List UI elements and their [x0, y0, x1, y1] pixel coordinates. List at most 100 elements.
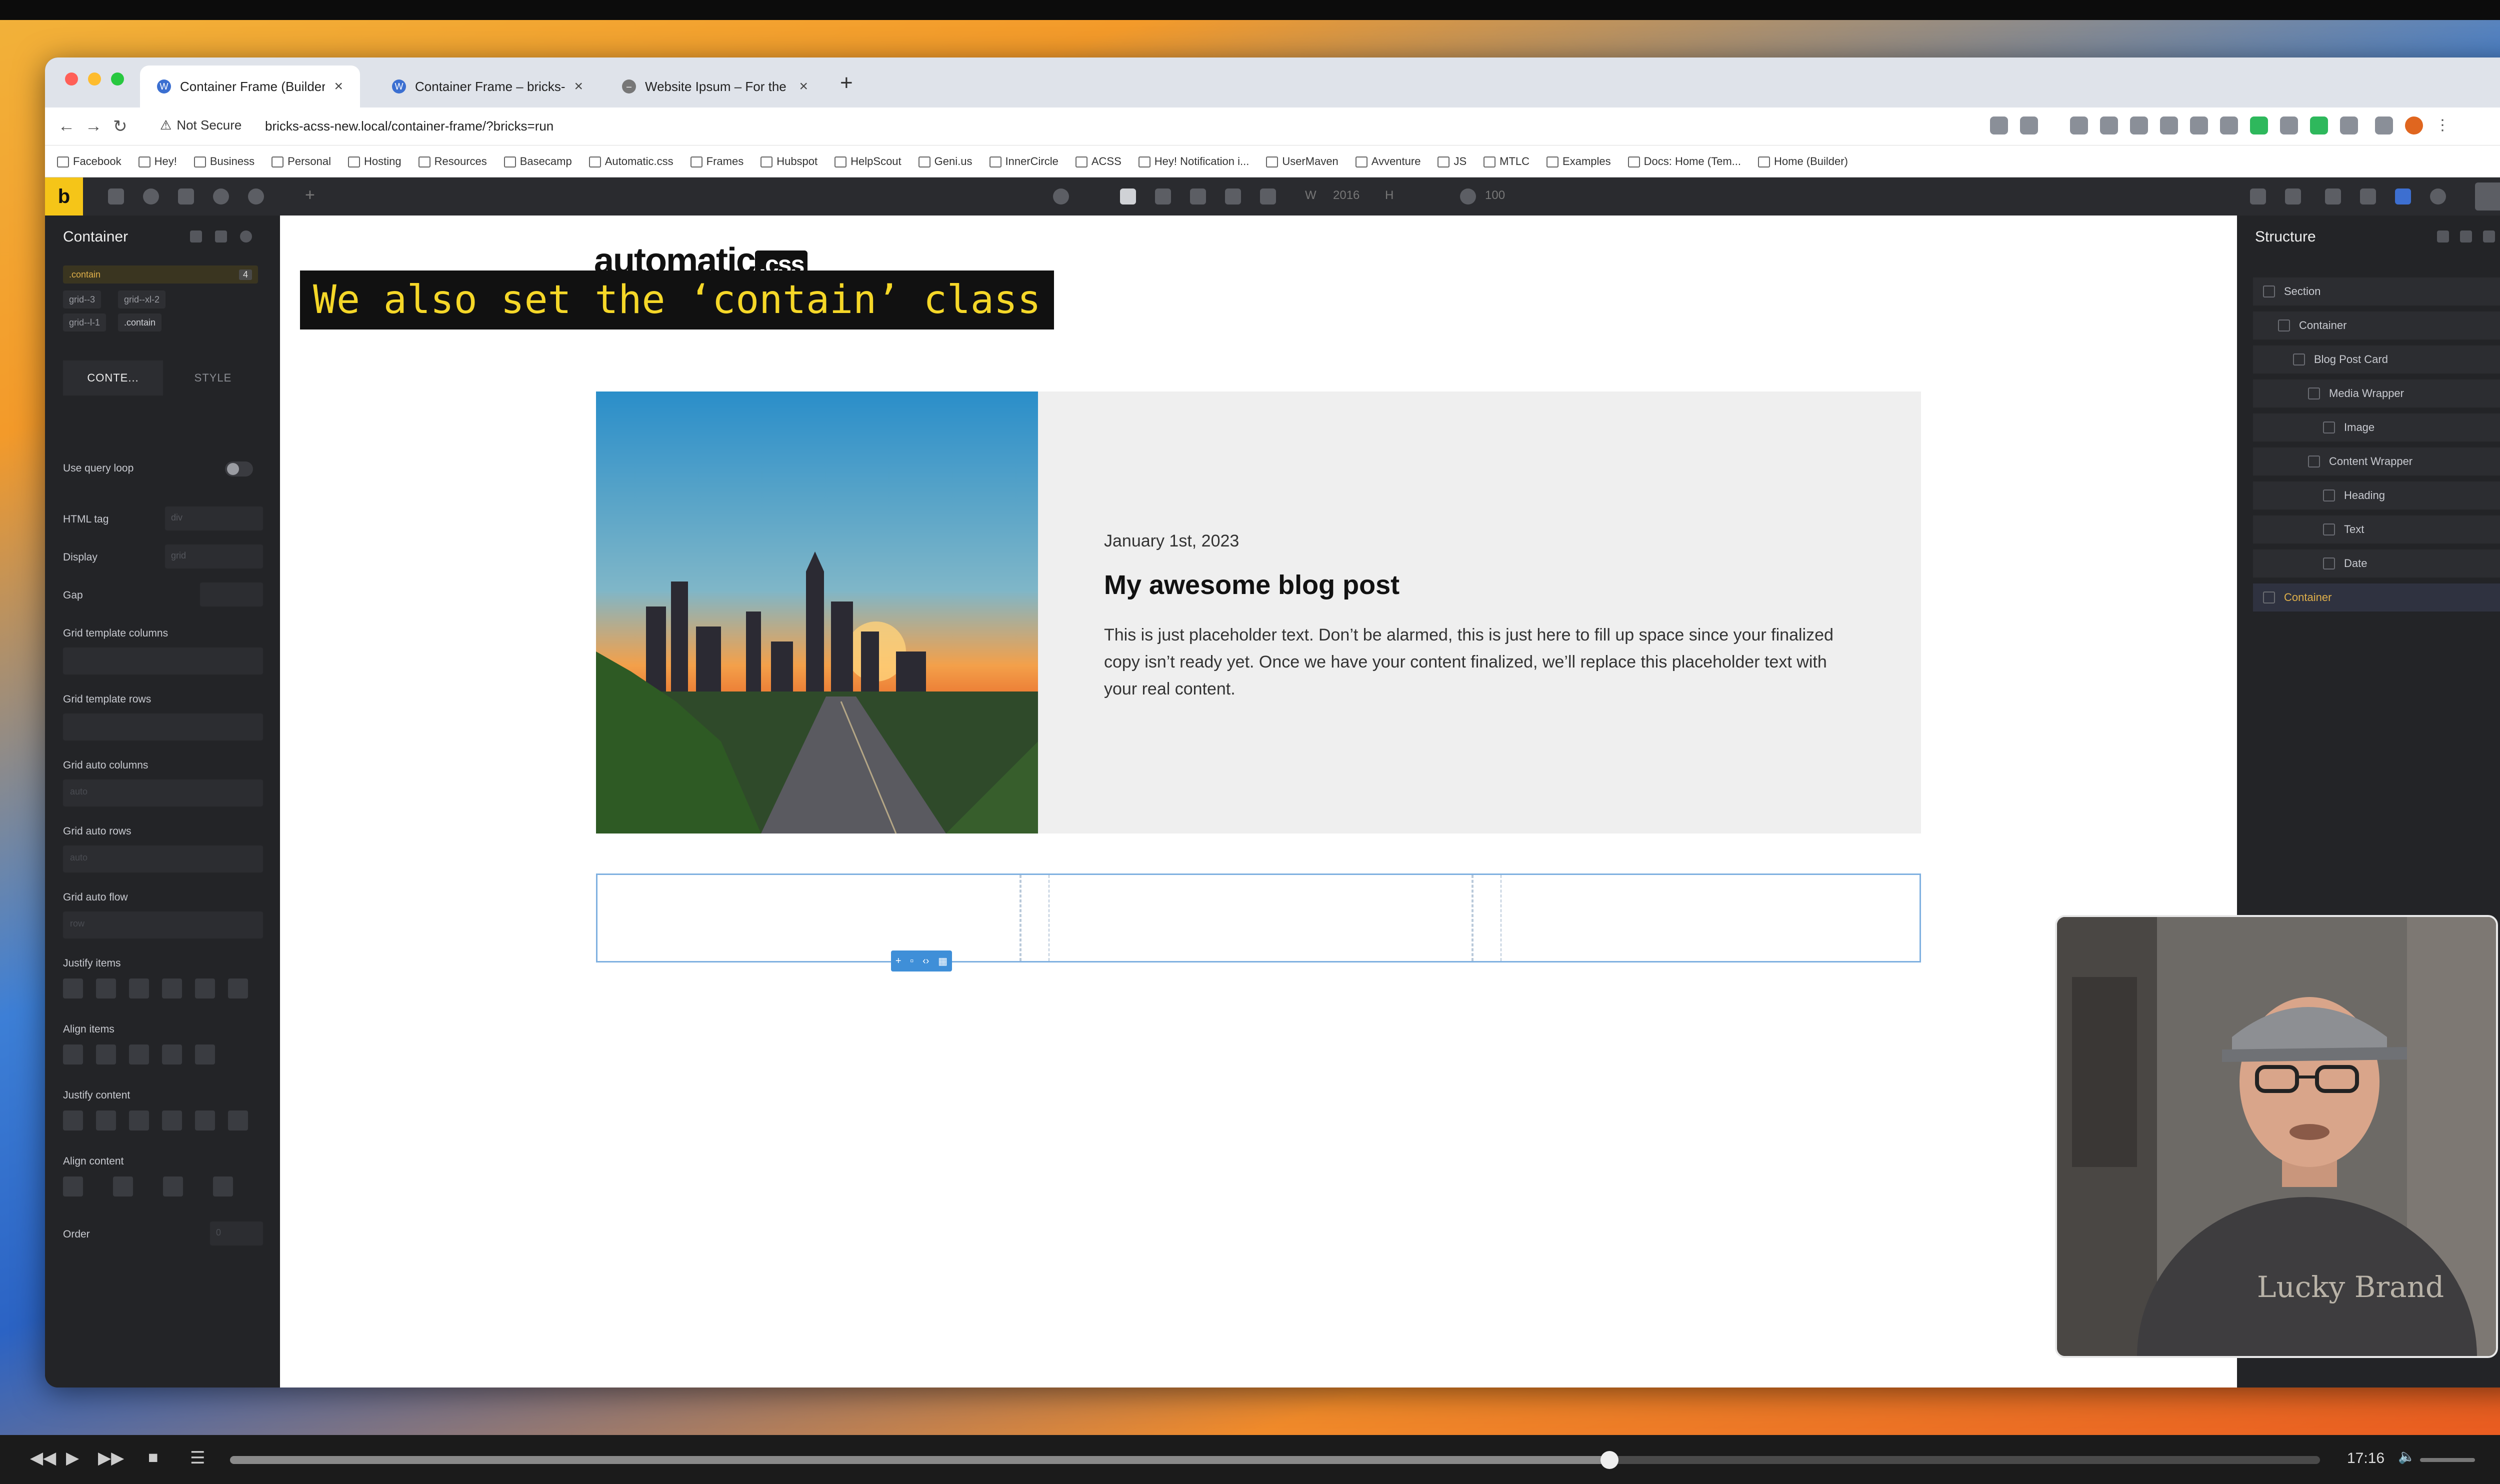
structure-node-heading[interactable]: Heading [2253, 482, 2500, 510]
city-sunset-image[interactable] [596, 392, 1038, 834]
desktop-breakpoint-icon[interactable] [1120, 188, 1136, 204]
grid-template-columns-input[interactable] [63, 648, 263, 674]
grid-icon[interactable]: ▦ [938, 955, 948, 968]
pages-icon[interactable] [178, 188, 194, 204]
bookmark-item[interactable]: MTLC [1484, 155, 1530, 168]
structure-icon[interactable] [2325, 188, 2341, 204]
blog-post-card[interactable]: January 1st, 2023 My awesome blog post T… [596, 392, 1921, 834]
mobile-breakpoint-icon[interactable] [1260, 188, 1276, 204]
puzzle-icon[interactable] [2340, 116, 2358, 134]
bricks-logo[interactable]: b [45, 178, 83, 216]
justify-stretch-icon[interactable] [228, 978, 248, 998]
query-loop-toggle[interactable] [225, 462, 253, 476]
copy-icon[interactable] [190, 230, 202, 242]
selected-container-grid[interactable] [596, 874, 1921, 962]
help-icon[interactable] [143, 188, 159, 204]
bookmark-item[interactable]: Personal [272, 155, 331, 168]
content-evenly-icon[interactable] [228, 1110, 248, 1130]
delete-icon[interactable] [2483, 230, 2495, 242]
bookmark-item[interactable]: Hey! Notification i... [1138, 155, 1249, 168]
class-chip[interactable]: grid--l-1 [63, 314, 106, 332]
structure-node-date[interactable]: Date [2253, 550, 2500, 578]
extension-icon[interactable] [2190, 116, 2208, 134]
structure-node-container-selected[interactable]: Container [2253, 584, 2500, 612]
menu-icon[interactable]: ⋮ [2435, 116, 2453, 134]
redo-icon[interactable] [2285, 188, 2301, 204]
back-icon[interactable]: ← [58, 116, 75, 136]
align-content-stretch-icon[interactable] [213, 1176, 233, 1196]
search-icon[interactable] [240, 230, 252, 242]
code-icon[interactable]: ‹› [922, 956, 929, 967]
class-chip[interactable]: grid--xl-2 [118, 290, 166, 308]
close-window-button[interactable] [65, 72, 78, 86]
bookmark-item[interactable]: HelpScout [834, 155, 902, 168]
class-chip[interactable]: .contain [118, 314, 162, 332]
content-around-icon[interactable] [195, 1110, 215, 1130]
templates-icon[interactable] [2360, 188, 2376, 204]
forward-icon[interactable]: → [85, 116, 102, 136]
grid-auto-flow-select[interactable]: row [63, 912, 263, 938]
order-input[interactable]: 0 [210, 1222, 263, 1246]
tablet-breakpoint-icon[interactable] [1190, 188, 1206, 204]
minimize-window-button[interactable] [88, 72, 101, 86]
play-icon[interactable]: ▶ [66, 1448, 79, 1468]
justify-center-icon[interactable] [96, 978, 116, 998]
volume-icon[interactable]: 🔈 [2398, 1448, 2416, 1464]
bookmark-item[interactable]: InnerCircle [989, 155, 1058, 168]
seek-bar[interactable] [230, 1451, 2320, 1469]
bookmark-item[interactable]: Docs: Home (Tem... [1628, 155, 1741, 168]
extension-icon[interactable] [2130, 116, 2148, 134]
bookmark-item[interactable]: Examples [1546, 155, 1611, 168]
gap-input[interactable] [200, 582, 263, 606]
save-button[interactable] [2475, 182, 2500, 210]
duplicate-icon[interactable]: ▫ [910, 956, 914, 967]
cursor-icon[interactable] [108, 188, 124, 204]
bookmark-star-icon[interactable] [2020, 116, 2038, 134]
extension-icon[interactable] [2160, 116, 2178, 134]
bookmark-item[interactable]: Hubspot [760, 155, 818, 168]
structure-node-blog-post-card[interactable]: Blog Post Card [2253, 346, 2500, 374]
paste-icon[interactable] [215, 230, 227, 242]
seek-handle[interactable] [1600, 1451, 1618, 1469]
extension-icon[interactable] [2280, 116, 2298, 134]
justify-around-icon[interactable] [195, 978, 215, 998]
bookmark-item[interactable]: Facebook [57, 155, 122, 168]
zoom-value[interactable]: 100 [1485, 188, 1505, 202]
structure-node-section[interactable]: Section [2253, 278, 2500, 306]
html-tag-select[interactable]: div [165, 506, 263, 530]
align-end-icon[interactable] [129, 1044, 149, 1064]
extension-icon[interactable] [2070, 116, 2088, 134]
expand-icon[interactable] [2460, 230, 2472, 242]
bookmark-item[interactable]: Geni.us [918, 155, 972, 168]
content-start-icon[interactable] [63, 1110, 83, 1130]
refresh-icon[interactable] [1053, 188, 1069, 204]
bookmark-item[interactable]: ACSS [1075, 155, 1122, 168]
preview-eye-icon[interactable] [2430, 188, 2446, 204]
structure-node-image[interactable]: Image [2253, 414, 2500, 442]
bookmark-item[interactable]: Hey! [138, 155, 177, 168]
close-tab-icon[interactable]: × [334, 78, 343, 95]
close-tab-icon[interactable]: × [574, 78, 583, 95]
align-baseline-icon[interactable] [195, 1044, 215, 1064]
content-between-icon[interactable] [162, 1110, 182, 1130]
align-content-start-icon[interactable] [63, 1176, 83, 1196]
tablet-landscape-icon[interactable] [1225, 188, 1241, 204]
bookmark-item[interactable]: Frames [690, 155, 744, 168]
bookmark-item[interactable]: Resources [418, 155, 487, 168]
tab-style[interactable]: STYLE [163, 360, 263, 396]
justify-start-icon[interactable] [63, 978, 83, 998]
justify-end-icon[interactable] [129, 978, 149, 998]
bookmark-item[interactable]: Business [194, 155, 254, 168]
grid-auto-columns-input[interactable]: auto [63, 780, 263, 806]
undo-icon[interactable] [2250, 188, 2266, 204]
display-select[interactable]: grid [165, 544, 263, 568]
grid-auto-rows-input[interactable]: auto [63, 846, 263, 872]
active-class-chip[interactable]: .contain 4 [63, 266, 258, 284]
bookmark-item[interactable]: Basecamp [504, 155, 572, 168]
align-start-icon[interactable] [63, 1044, 83, 1064]
fast-forward-icon[interactable]: ▶▶ [98, 1448, 124, 1468]
rewind-icon[interactable]: ◀◀ [30, 1448, 56, 1468]
sidebar-icon[interactable] [2375, 116, 2393, 134]
align-content-center-icon[interactable] [113, 1176, 133, 1196]
align-content-end-icon[interactable] [163, 1176, 183, 1196]
